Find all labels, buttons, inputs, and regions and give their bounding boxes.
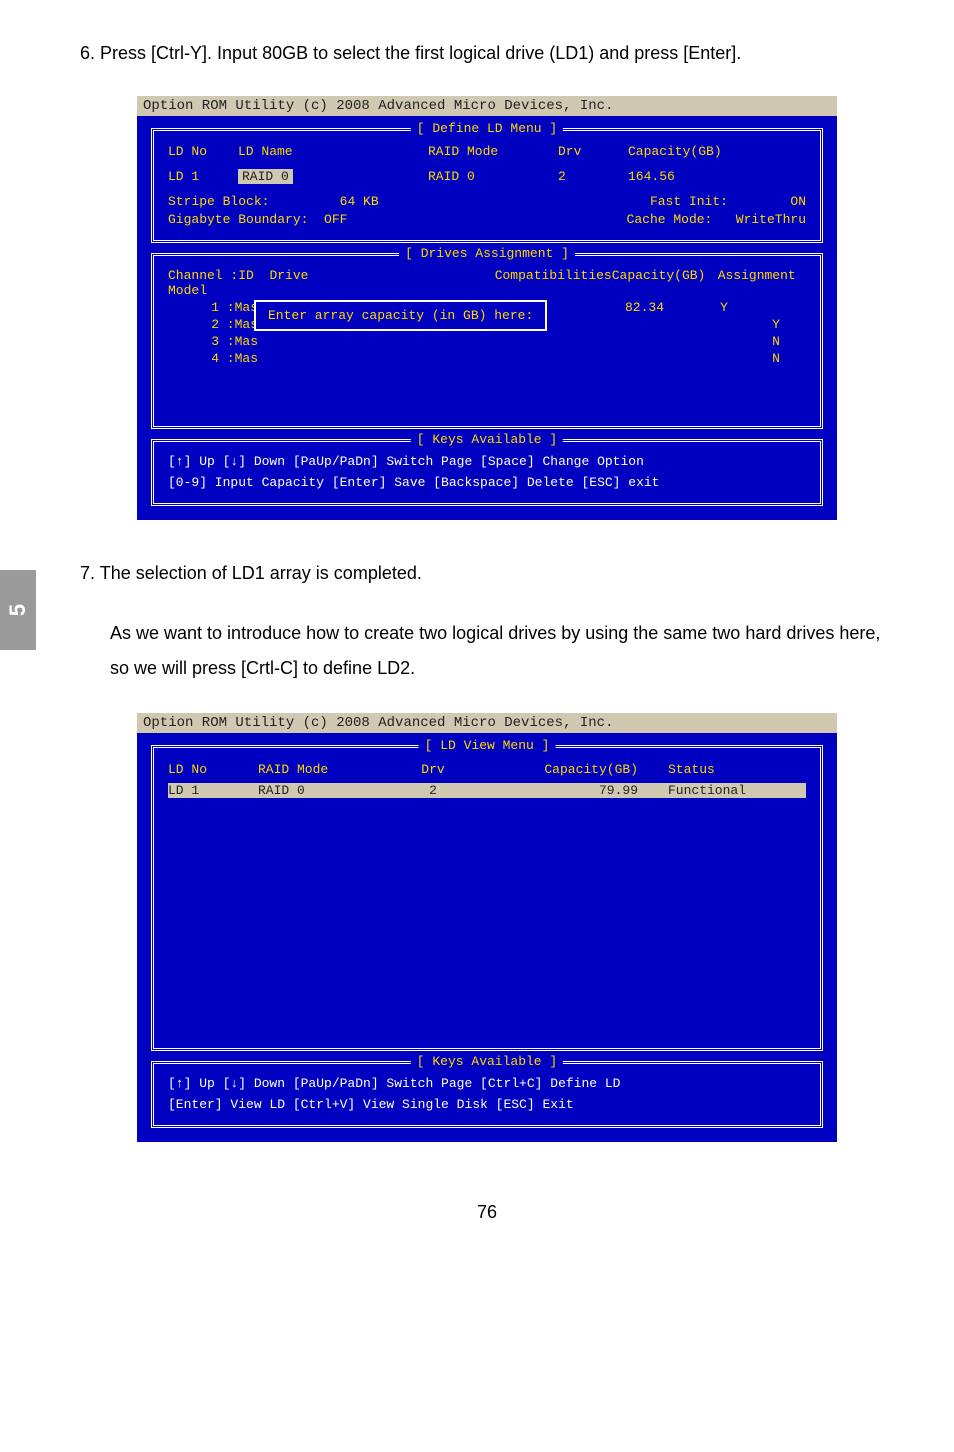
bios-ld-view: Option ROM Utility (c) 2008 Advanced Mic… xyxy=(137,713,837,1143)
drive-row-ch: 3 :Mas xyxy=(168,334,258,349)
hdr-cap: Capacity(GB) xyxy=(468,762,668,777)
define-ld-panel: [ Define LD Menu ] LD No LD Name RAID Mo… xyxy=(151,128,823,243)
ld-view-panel: [ LD View Menu ] LD No RAID Mode Drv Cap… xyxy=(151,745,823,1051)
hdr-mode: RAID Mode xyxy=(428,144,558,159)
rom-title: Option ROM Utility (c) 2008 Advanced Mic… xyxy=(137,713,837,733)
hdr-ldno: LD No xyxy=(168,144,238,159)
val-mode: RAID 0 xyxy=(258,783,398,798)
keys-line: [Enter] View LD [Ctrl+V] View Single Dis… xyxy=(168,1095,806,1116)
ld-row-selected[interactable]: LD 1 RAID 0 2 79.99 Functional xyxy=(168,783,806,798)
drive-row-asg: Y xyxy=(746,317,806,332)
drive-row-ch: 1 :Mas xyxy=(168,300,258,315)
hdr-drv: Drv xyxy=(558,144,628,159)
stripe-val: 64 KB xyxy=(340,194,379,209)
val-ldname[interactable]: RAID 0 xyxy=(238,169,293,184)
keys-panel: [ Keys Available ] [↑] Up [↓] Down [PaUp… xyxy=(151,439,823,507)
hdr-asg: Assignment xyxy=(718,268,806,298)
step-text: Press [Ctrl-Y]. Input 80GB to select the… xyxy=(100,43,741,63)
val-mode: RAID 0 xyxy=(428,169,558,184)
panel-title: [ Keys Available ] xyxy=(411,1054,563,1069)
capacity-input-dialog[interactable]: Enter array capacity (in GB) here: xyxy=(254,300,547,331)
cache-label: Cache Mode: xyxy=(627,212,713,227)
hdr-ldname: LD Name xyxy=(238,144,428,159)
val-status: Functional xyxy=(668,783,788,798)
keys-panel: [ Keys Available ] [↑] Up [↓] Down [PaUp… xyxy=(151,1061,823,1129)
drive-row-asg: Y xyxy=(694,300,754,315)
keys-line: [↑] Up [↓] Down [PaUp/PaDn] Switch Page … xyxy=(168,452,806,473)
bios-define-ld: Option ROM Utility (c) 2008 Advanced Mic… xyxy=(137,96,837,521)
panel-title: [ Drives Assignment ] xyxy=(399,246,575,261)
val-ldno: LD 1 xyxy=(168,783,258,798)
step-6: 6. Press [Ctrl-Y]. Input 80GB to select … xyxy=(80,40,894,68)
gigabyte-label: Gigabyte Boundary: xyxy=(168,212,308,227)
drives-assignment-panel: [ Drives Assignment ] Channel :ID Drive … xyxy=(151,253,823,429)
chapter-tab: 5 xyxy=(0,570,36,650)
drive-row-asg: N xyxy=(746,334,806,349)
hdr-drv: Drv xyxy=(398,762,468,777)
hdr-ldno: LD No xyxy=(168,762,258,777)
val-ldno: LD 1 xyxy=(168,169,238,184)
drive-row-ch: 2 :Mas xyxy=(168,317,258,332)
cache-val: WriteThru xyxy=(736,212,806,227)
hdr-cap: Capacity(GB) xyxy=(628,144,748,159)
val-drv: 2 xyxy=(558,169,628,184)
panel-title: [ LD View Menu ] xyxy=(419,738,556,753)
page-number: 76 xyxy=(80,1202,894,1223)
drive-row-ch: 4 :Mas xyxy=(168,351,258,366)
gigabyte-val: OFF xyxy=(324,212,347,227)
hdr-comp: Compatibilities xyxy=(495,268,612,298)
step-7-body: As we want to introduce how to create tw… xyxy=(110,616,894,684)
val-cap: 79.99 xyxy=(468,783,668,798)
step-text: The selection of LD1 array is completed. xyxy=(100,563,422,583)
fastinit-label: Fast Init: xyxy=(650,194,728,209)
step-7: 7. The selection of LD1 array is complet… xyxy=(80,560,894,588)
keys-line: [0-9] Input Capacity [Enter] Save [Backs… xyxy=(168,473,806,494)
step-num: 6. xyxy=(80,43,95,63)
hdr-mode: RAID Mode xyxy=(258,762,398,777)
drive-row-asg: N xyxy=(746,351,806,366)
val-cap: 164.56 xyxy=(628,169,748,184)
hdr-channel: Channel :ID xyxy=(168,268,254,283)
panel-title: [ Define LD Menu ] xyxy=(411,121,563,136)
keys-line: [↑] Up [↓] Down [PaUp/PaDn] Switch Page … xyxy=(168,1074,806,1095)
fastinit-val: ON xyxy=(790,194,806,209)
panel-title: [ Keys Available ] xyxy=(411,432,563,447)
val-drv: 2 xyxy=(398,783,468,798)
stripe-label: Stripe Block: xyxy=(168,194,269,209)
hdr-dcap: Capacity(GB) xyxy=(612,268,718,298)
hdr-status: Status xyxy=(668,762,788,777)
drive-row-cap: 82.34 xyxy=(544,300,694,315)
step-num: 7. xyxy=(80,563,95,583)
rom-title: Option ROM Utility (c) 2008 Advanced Mic… xyxy=(137,96,837,116)
